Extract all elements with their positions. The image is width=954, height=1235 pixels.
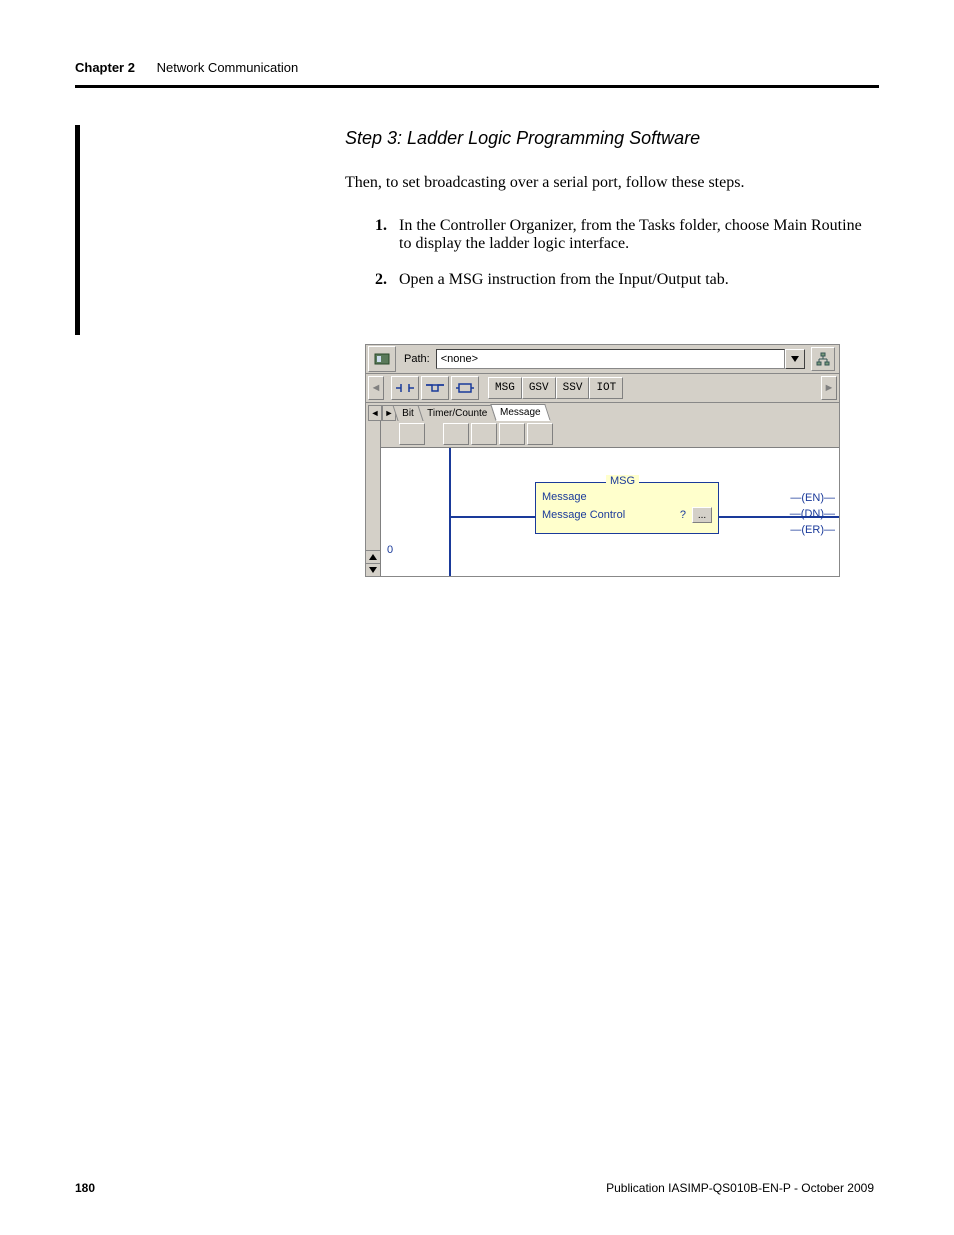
- ladder-editor-figure: Path: <none>: [365, 344, 840, 577]
- tab-timer-counter[interactable]: Timer/Counte: [417, 405, 496, 421]
- branch-level-icon[interactable]: [451, 376, 479, 400]
- page-header: Chapter 2 Network Communication: [75, 60, 879, 88]
- rung-tool-icon[interactable]: [471, 423, 497, 445]
- msg-config-button[interactable]: ...: [692, 507, 712, 523]
- step-number: 2.: [375, 271, 399, 289]
- er-coil: —(ER)—: [790, 524, 835, 536]
- ladder-area: 0 MSG Message Message Control ? ...: [366, 421, 839, 576]
- element-toolbar: ◄ MSG GSV SSV IOT ►: [366, 374, 839, 402]
- step-item: 1. In the Controller Organizer, from the…: [375, 217, 869, 253]
- side-rule: [75, 125, 80, 335]
- path-input[interactable]: <none>: [436, 349, 785, 369]
- ssv-button[interactable]: SSV: [556, 377, 590, 399]
- page-number: 180: [75, 1181, 95, 1195]
- msg-line1: Message: [542, 491, 712, 503]
- step-number: 1.: [375, 217, 399, 253]
- publication-id: Publication IASIMP-QS010B-EN-P - October…: [606, 1181, 874, 1195]
- intro-text: Then, to set broadcasting over a serial …: [345, 174, 869, 192]
- chapter-label: Chapter 2: [75, 60, 135, 75]
- scroll-down-icon[interactable]: [366, 563, 380, 576]
- branch-element-icon[interactable]: [421, 376, 449, 400]
- scroll-up-icon[interactable]: [366, 550, 380, 563]
- path-toolbar: Path: <none>: [366, 345, 839, 374]
- rung-wire: [451, 516, 541, 518]
- page-footer: 180 Publication IASIMP-QS010B-EN-P - Oct…: [75, 1181, 874, 1195]
- step-text: In the Controller Organizer, from the Ta…: [399, 217, 869, 253]
- chapter-title: Network Communication: [157, 60, 299, 75]
- rung-tool-icon[interactable]: [443, 423, 469, 445]
- msg-control-label: Message Control: [542, 509, 625, 521]
- rung-number: 0: [387, 544, 393, 556]
- nav-left-button[interactable]: ◄: [368, 376, 384, 400]
- ladder-canvas[interactable]: 0 MSG Message Message Control ? ...: [381, 448, 839, 576]
- instruction-tabstrip: ◄ ► Bit Timer/Counte Message: [366, 402, 839, 421]
- en-coil: —(EN)—: [790, 492, 835, 504]
- step-text: Open a MSG instruction from the Input/Ou…: [399, 271, 729, 289]
- network-icon[interactable]: [811, 347, 835, 371]
- rung-toolbar: [381, 421, 839, 448]
- rung-tool-icon[interactable]: [527, 423, 553, 445]
- nav-right-button[interactable]: ►: [821, 376, 837, 400]
- path-label: Path:: [404, 353, 430, 365]
- dn-coil: —(DN)—: [790, 508, 835, 520]
- controller-icon[interactable]: [368, 346, 396, 372]
- msg-instruction-block[interactable]: MSG Message Message Control ? ...: [535, 482, 719, 534]
- rung-tool-icon[interactable]: [399, 423, 425, 445]
- gsv-button[interactable]: GSV: [522, 377, 556, 399]
- iot-button[interactable]: IOT: [589, 377, 623, 399]
- msg-button[interactable]: MSG: [488, 377, 522, 399]
- rung-tool-icon[interactable]: [499, 423, 525, 445]
- tab-scroll-left[interactable]: ◄: [368, 405, 382, 421]
- msg-control-value: ?: [680, 509, 686, 521]
- path-dropdown-button[interactable]: [785, 349, 805, 369]
- power-rail: [449, 448, 451, 576]
- ladder-left-gutter: [366, 421, 381, 576]
- msg-block-title: MSG: [606, 475, 639, 487]
- step-item: 2. Open a MSG instruction from the Input…: [375, 271, 869, 289]
- rung-element-icon[interactable]: [391, 376, 419, 400]
- step-heading: Step 3: Ladder Logic Programming Softwar…: [345, 128, 869, 149]
- tab-message[interactable]: Message: [490, 404, 550, 421]
